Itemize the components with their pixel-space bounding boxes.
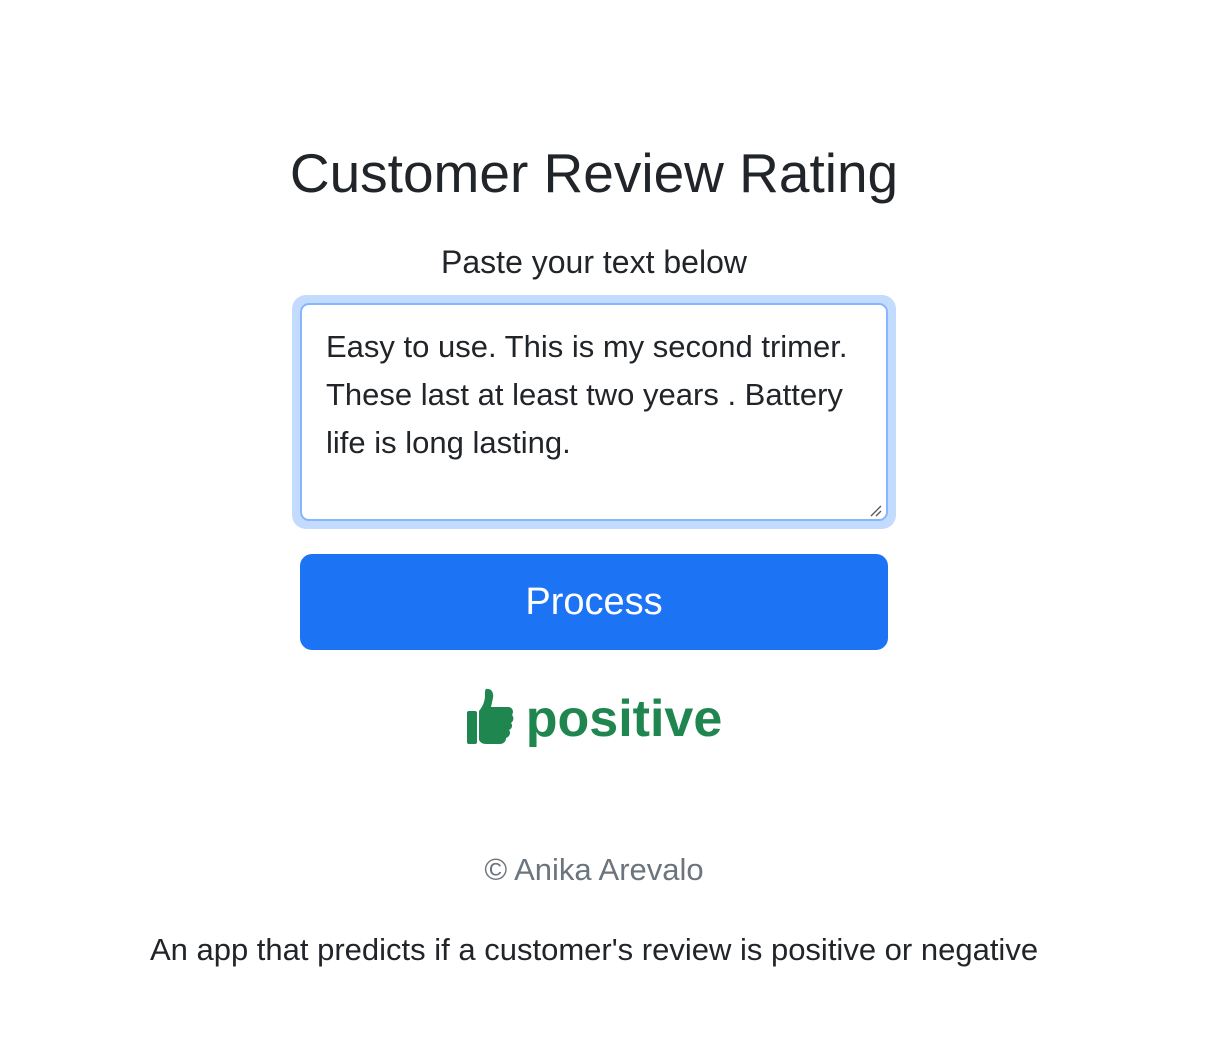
prediction-label: positive	[525, 690, 723, 748]
resize-handle-icon[interactable]	[868, 503, 882, 517]
review-textarea[interactable]: Easy to use. This is my second trimer. T…	[300, 303, 888, 521]
page: Customer Review Rating Paste your text b…	[0, 0, 1232, 1048]
thumbs-up-icon	[466, 689, 514, 745]
prediction-result: positive	[0, 684, 1188, 754]
app-description: An app that predicts if a customer's rev…	[149, 932, 1039, 967]
process-button[interactable]: Process	[300, 554, 888, 650]
review-input-focus-ring: Easy to use. This is my second trimer. T…	[292, 295, 896, 529]
copyright-notice: © Anika Arevalo	[484, 852, 704, 887]
input-instructions: Paste your text below	[441, 244, 747, 280]
page-title: Customer Review Rating	[289, 142, 899, 204]
